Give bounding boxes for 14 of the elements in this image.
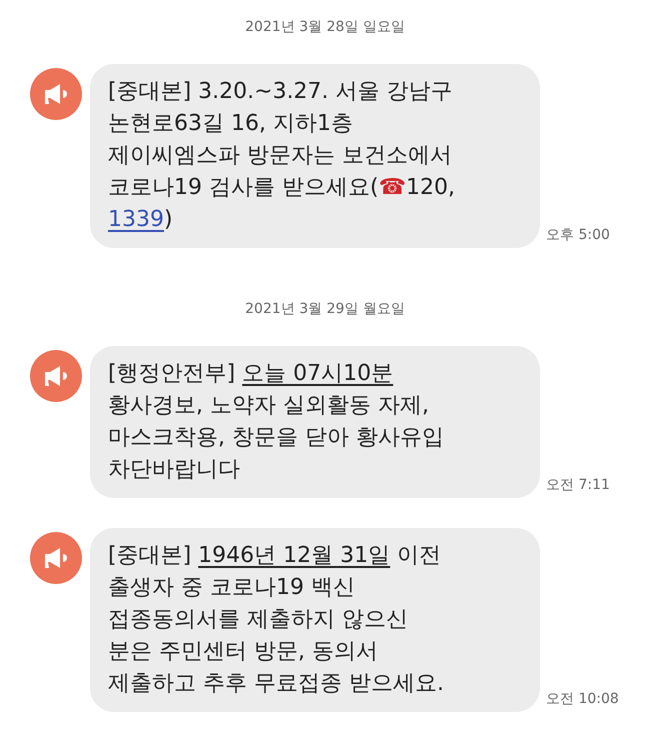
date-link[interactable]: 오늘 07시10분 xyxy=(242,361,394,386)
megaphone-icon xyxy=(43,547,69,569)
date-header: 2021년 3월 28일 일요일 xyxy=(245,18,405,36)
date-link[interactable]: 1946년 12월 31일 xyxy=(198,543,390,568)
megaphone-icon xyxy=(43,83,69,105)
message-time: 오전 7:11 xyxy=(546,476,610,494)
megaphone-icon xyxy=(43,365,69,387)
message-text: [중대본] 1946년 12월 31일 이전 출생자 중 코로나19 백신 접종동의서를 제출하지 않으신 분은 주민센터 방문, 동의서 제출하고 추후 무료접종 받으세요. xyxy=(108,542,445,698)
message-text: [중대본] 3.20.~3.27. 서울 강남구 논현로63길 16, 지하1층 제이씨엠스파 방문자는 보건소에서 코로나19 검사를 받으세요(☎120, 1339) xyxy=(108,78,456,234)
date-header: 2021년 3월 29일 월요일 xyxy=(245,300,405,318)
message-time: 오후 5:00 xyxy=(546,226,610,244)
message-text: [행정안전부] 오늘 07시10분 황사경보, 노약자 실외활동 자제, 마스크착용, 창문을 닫아 황사유입 차단바랍니다 xyxy=(108,360,445,484)
phone-link[interactable]: 1339 xyxy=(108,207,164,232)
message-time: 오전 10:08 xyxy=(546,690,619,708)
